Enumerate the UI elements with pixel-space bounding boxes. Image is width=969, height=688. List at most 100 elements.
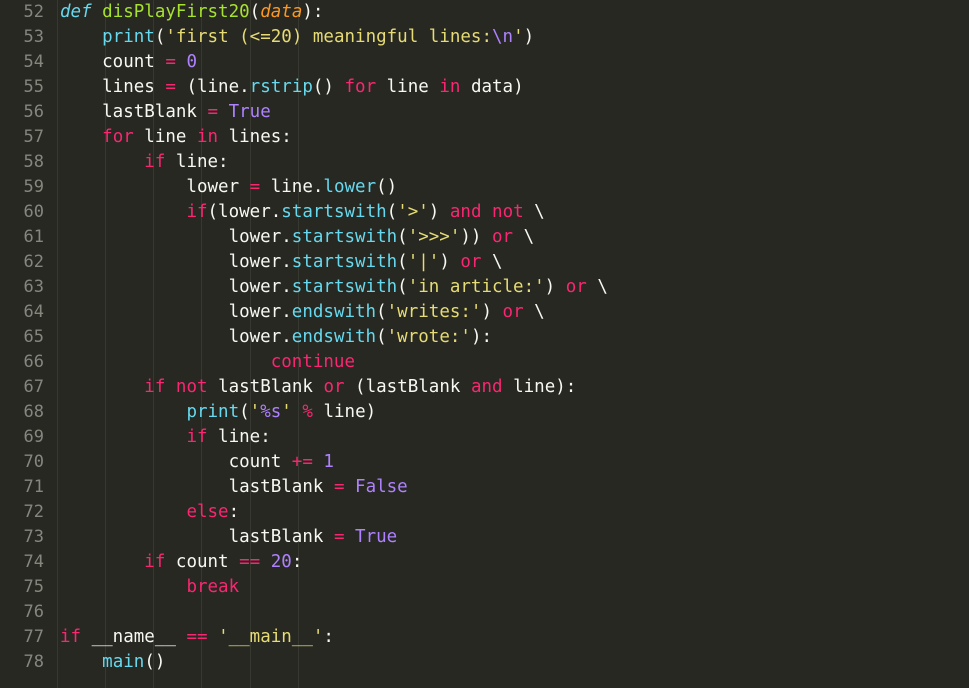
- code-text[interactable]: lastBlank = True: [60, 525, 398, 550]
- line-number: 52: [23, 2, 44, 22]
- code-text[interactable]: def disPlayFirst20(data):: [60, 0, 323, 25]
- token-pl: (): [376, 177, 398, 197]
- code-line[interactable]: 56 lastBlank = True: [0, 100, 969, 125]
- token-op: +=: [291, 452, 313, 472]
- code-line[interactable]: 57 for line in lines:: [0, 125, 969, 150]
- code-text[interactable]: lower.endswith('wrote:'):: [60, 325, 492, 350]
- code-text[interactable]: if __name__ == '__main__':: [60, 625, 334, 650]
- token-pl: (: [249, 2, 261, 22]
- code-line[interactable]: 75 break: [0, 575, 969, 600]
- code-text[interactable]: main(): [60, 650, 165, 675]
- token-pl: (: [239, 402, 250, 422]
- code-text[interactable]: count = 0: [60, 50, 197, 75]
- token-pl: :: [291, 552, 303, 572]
- token-pl: (: [397, 277, 408, 297]
- code-text[interactable]: lastBlank = True: [60, 100, 271, 125]
- code-line[interactable]: 66 continue: [0, 350, 969, 375]
- code-text[interactable]: if line:: [60, 425, 270, 450]
- code-line[interactable]: 55 lines = (line.rstrip() for line in da…: [0, 75, 969, 100]
- code-line[interactable]: 58 if line:: [0, 150, 969, 175]
- code-line[interactable]: 64 lower.endswith('writes:') or \: [0, 300, 969, 325]
- code-line[interactable]: 78 main(): [0, 650, 969, 675]
- line-number: 56: [23, 102, 44, 122]
- code-text[interactable]: lower.startswith('|') or \: [60, 250, 503, 275]
- line-number: 67: [23, 377, 44, 397]
- token-pl: lower.: [60, 327, 292, 347]
- code-line[interactable]: 59 lower = line.lower(): [0, 175, 969, 200]
- code-line[interactable]: 54 count = 0: [0, 50, 969, 75]
- code-text[interactable]: if not lastBlank or (lastBlank and line)…: [60, 375, 576, 400]
- token-pl: \: [586, 277, 608, 297]
- code-text[interactable]: continue: [60, 350, 355, 375]
- code-line[interactable]: 53 print('first (<=20) meaningful lines:…: [0, 25, 969, 50]
- token-pl: lastBlank: [60, 102, 208, 122]
- token-kw: for: [344, 77, 377, 97]
- token-pl: ):: [470, 327, 493, 347]
- token-kw: continue: [270, 352, 356, 372]
- code-text[interactable]: else:: [60, 500, 239, 525]
- code-line[interactable]: 62 lower.startswith('|') or \: [0, 250, 969, 275]
- code-line[interactable]: 69 if line:: [0, 425, 969, 450]
- token-str: 'writes:': [386, 302, 482, 322]
- token-pl: lower.: [60, 302, 292, 322]
- code-line[interactable]: 73 lastBlank = True: [0, 525, 969, 550]
- code-line[interactable]: 74 if count == 20:: [0, 550, 969, 575]
- line-number: 70: [23, 452, 44, 472]
- token-str: '>>>': [407, 227, 461, 247]
- code-line[interactable]: 72 else:: [0, 500, 969, 525]
- code-line[interactable]: 65 lower.endswith('wrote:'):: [0, 325, 969, 350]
- token-op: =: [333, 477, 345, 497]
- token-esc: \n: [492, 27, 514, 47]
- code-line[interactable]: 76: [0, 600, 969, 625]
- code-text[interactable]: lastBlank = False: [60, 475, 408, 500]
- code-editor[interactable]: 52 def disPlayFirst20(data): 53 print('fir…: [0, 0, 969, 688]
- code-text[interactable]: count += 1: [60, 450, 334, 475]
- code-line[interactable]: 77 if __name__ == '__main__':: [0, 625, 969, 650]
- line-number: 55: [23, 77, 44, 97]
- code-text[interactable]: break: [60, 575, 239, 600]
- code-text[interactable]: lower = line.lower(): [60, 175, 397, 200]
- code-line[interactable]: 60 if(lower.startswith('>') and not \: [0, 200, 969, 225]
- token-pl: line): [312, 402, 377, 422]
- token-pl: (line.: [175, 77, 250, 97]
- token-pl: (: [376, 327, 387, 347]
- code-line[interactable]: 52 def disPlayFirst20(data):: [0, 0, 969, 25]
- line-number: 71: [23, 477, 44, 497]
- token-pl: :: [323, 627, 334, 647]
- code-text[interactable]: lower.endswith('writes:') or \: [60, 300, 545, 325]
- token-kw: else: [186, 502, 229, 522]
- code-text[interactable]: lower.startswith('in article:') or \: [60, 275, 608, 300]
- code-line[interactable]: 70 count += 1: [0, 450, 969, 475]
- code-lines[interactable]: 52 def disPlayFirst20(data): 53 print('fir…: [0, 0, 969, 675]
- code-text[interactable]: if count == 20:: [60, 550, 302, 575]
- token-kw: or: [323, 377, 345, 397]
- code-line[interactable]: 71 lastBlank = False: [0, 475, 969, 500]
- line-number: 77: [23, 627, 44, 647]
- code-text[interactable]: lower.startswith('>>>')) or \: [60, 225, 535, 250]
- code-text[interactable]: if line:: [60, 150, 228, 175]
- token-op: =: [207, 102, 219, 122]
- token-op: =: [249, 177, 261, 197]
- token-pl: ): [439, 252, 461, 272]
- token-num: 0: [186, 52, 197, 72]
- code-text[interactable]: lines = (line.rstrip() for line in data): [60, 75, 524, 100]
- code-text[interactable]: for line in lines:: [60, 125, 292, 150]
- code-line[interactable]: 63 lower.startswith('in article:') or \: [0, 275, 969, 300]
- code-line[interactable]: 68 print('%s' % line): [0, 400, 969, 425]
- token-pl: data): [460, 77, 524, 97]
- code-text[interactable]: print('first (<=20) meaningful lines:\n'…: [60, 25, 534, 50]
- token-str: 'first (<=20) meaningful lines:: [165, 27, 493, 47]
- code-text[interactable]: if(lower.startswith('>') and not \: [60, 200, 544, 225]
- token-pl: ): [428, 202, 450, 222]
- code-line[interactable]: 67 if not lastBlank or (lastBlank and li…: [0, 375, 969, 400]
- code-line[interactable]: 61 lower.startswith('>>>')) or \: [0, 225, 969, 250]
- code-text[interactable]: print('%s' % line): [60, 400, 376, 425]
